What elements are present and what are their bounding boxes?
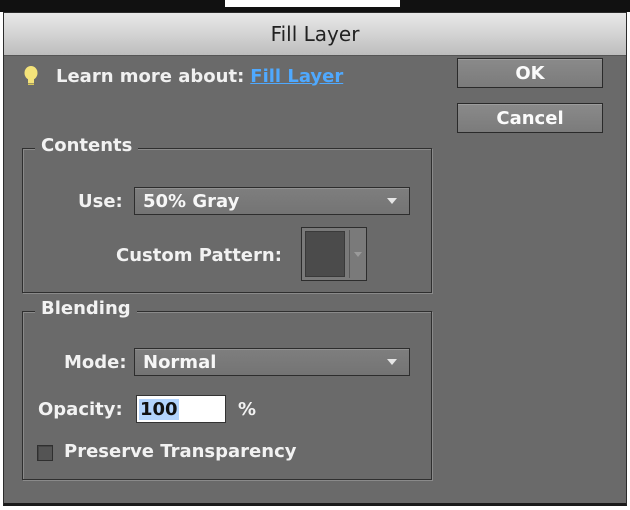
opacity-value: 100 — [139, 398, 179, 420]
opacity-label: Opacity: — [38, 399, 123, 420]
chevron-down-icon — [354, 252, 362, 257]
use-select-value: 50% Gray — [143, 190, 240, 212]
use-label: Use: — [78, 191, 123, 212]
learn-more-row: Learn more about: Fill Layer — [22, 64, 343, 88]
use-select[interactable]: 50% Gray — [134, 187, 410, 215]
contents-legend: Contents — [35, 135, 139, 156]
desktop-strip-left — [0, 0, 225, 12]
preserve-transparency-label[interactable]: Preserve Transparency — [64, 441, 296, 462]
contents-group: Contents — [22, 135, 432, 293]
custom-pattern-label: Custom Pattern: — [116, 245, 282, 266]
opacity-unit: % — [238, 399, 257, 420]
lightbulb-icon — [22, 64, 40, 88]
custom-pattern-picker[interactable] — [301, 227, 367, 281]
cancel-button[interactable]: Cancel — [457, 103, 603, 133]
learn-more-prefix: Learn more about: — [56, 65, 245, 87]
learn-more-link[interactable]: Fill Layer — [250, 66, 343, 87]
preserve-transparency-checkbox[interactable] — [37, 445, 53, 461]
chevron-down-icon — [387, 198, 397, 204]
dialog-titlebar[interactable]: Fill Layer — [4, 13, 626, 56]
dialog-title: Fill Layer — [270, 22, 360, 46]
opacity-input[interactable]: 100 — [136, 395, 226, 423]
chevron-down-icon — [387, 359, 397, 365]
pattern-divider — [349, 230, 350, 278]
ok-button[interactable]: OK — [457, 58, 603, 88]
mode-label: Mode: — [64, 352, 127, 373]
mode-select[interactable]: Normal — [134, 348, 410, 376]
mode-select-value: Normal — [143, 351, 217, 373]
blending-legend: Blending — [35, 298, 137, 319]
pattern-swatch — [305, 231, 345, 277]
desktop-strip-right — [400, 0, 630, 12]
